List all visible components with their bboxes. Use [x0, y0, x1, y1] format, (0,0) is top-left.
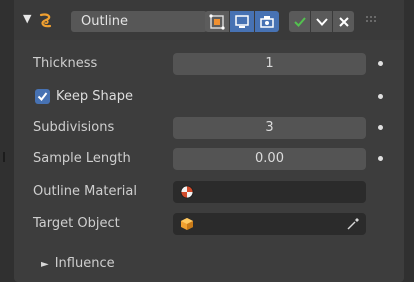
keep-shape-checkbox[interactable]: [35, 89, 50, 104]
chevron-down-icon: [315, 17, 328, 26]
viewport-icon: [235, 14, 249, 28]
thickness-field[interactable]: 1: [173, 53, 366, 75]
remove-modifier-button[interactable]: [333, 11, 354, 32]
keyframe-dot-icon[interactable]: [378, 94, 383, 99]
sample-length-row: Sample Length 0.00: [14, 148, 404, 170]
keyframe-dot-icon[interactable]: [378, 156, 383, 161]
material-icon: [180, 185, 194, 199]
target-object-field[interactable]: [173, 213, 366, 235]
grease-pencil-modifier-icon: [39, 13, 52, 28]
subdivisions-field[interactable]: 3: [173, 117, 366, 139]
target-object-label: Target Object: [33, 216, 120, 231]
toggle-render[interactable]: [255, 11, 279, 32]
sample-length-field[interactable]: 0.00: [173, 148, 366, 170]
influence-label: Influence: [54, 256, 115, 271]
render-icon: [260, 15, 274, 28]
thickness-label: Thickness: [33, 56, 98, 71]
keep-shape-label: Keep Shape: [56, 89, 133, 104]
toggle-edit-mode[interactable]: [205, 11, 229, 32]
influence-subpanel[interactable]: ► Influence: [41, 255, 115, 274]
modifier-name-field[interactable]: Outline: [71, 11, 207, 32]
thickness-row: Thickness 1: [14, 53, 404, 75]
keyframe-dot-icon[interactable]: [378, 125, 383, 130]
outline-material-row: Outline Material: [14, 181, 404, 203]
sample-length-label: Sample Length: [33, 151, 131, 166]
keep-shape-row: Keep Shape: [14, 86, 404, 108]
modifier-menu-button[interactable]: [311, 11, 332, 32]
checkmark-icon: [37, 92, 48, 102]
edit-mode-icon: [209, 13, 225, 30]
toggle-viewport[interactable]: [230, 11, 254, 32]
checkmark-icon: [293, 16, 306, 27]
apply-controls: [289, 11, 355, 32]
keyframe-dot-icon[interactable]: [378, 61, 383, 66]
object-icon: [181, 218, 193, 230]
modifier-header: ▼ Outline: [14, 0, 404, 40]
apply-button[interactable]: [289, 11, 310, 32]
drag-handle-icon[interactable]: [366, 15, 378, 25]
visibility-toggles: [205, 11, 279, 32]
outline-material-field[interactable]: [173, 181, 366, 203]
region-edge-mark: [3, 152, 5, 162]
target-object-row: Target Object: [14, 213, 404, 235]
subdivisions-row: Subdivisions 3: [14, 117, 404, 139]
outline-material-label: Outline Material: [33, 184, 137, 199]
modifier-panel: ▼ Outline Thickness 1 Keep Shape Subdivi…: [14, 0, 404, 282]
collapse-arrow-icon[interactable]: ▼: [23, 12, 31, 25]
subdivisions-label: Subdivisions: [33, 120, 115, 135]
expand-arrow-icon: ►: [41, 259, 49, 270]
eyedropper-icon[interactable]: [346, 217, 360, 231]
close-icon: [338, 16, 349, 27]
